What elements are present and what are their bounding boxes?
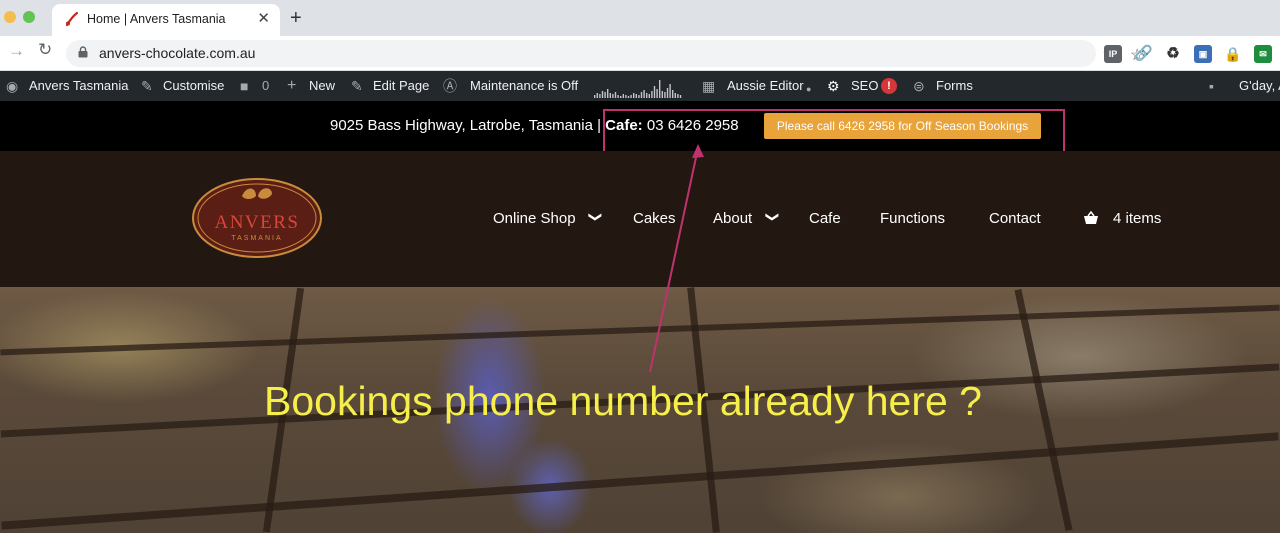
maintenance-icon: Ⓐ — [443, 78, 457, 94]
tab-title: Home | Anvers Tasmania — [87, 12, 226, 26]
tab-close-icon[interactable]: ✕ — [257, 10, 270, 28]
nav-contact[interactable]: Contact — [989, 210, 1041, 227]
address-text: 9025 Bass Highway, Latrobe, Tasmania | — [330, 117, 606, 134]
admin-comments-count[interactable]: 0 — [262, 78, 269, 93]
link-extension-icon[interactable]: 🔗 — [1134, 45, 1153, 63]
pencil-icon: ✎ — [351, 78, 363, 94]
cart-basket-icon[interactable] — [1083, 211, 1099, 225]
nav-cakes[interactable]: Cakes — [633, 210, 676, 227]
status-dot-icon: ● — [806, 84, 812, 94]
admin-aussie-editor[interactable]: Aussie Editor — [727, 78, 804, 93]
nav-about[interactable]: About — [713, 210, 752, 227]
recycle-extension-icon[interactable]: ♻ — [1164, 45, 1182, 63]
user-card-icon: ▪ — [1209, 78, 1214, 94]
logo-subtitle: TASMANIA — [231, 235, 282, 242]
admin-forms[interactable]: Forms — [936, 78, 973, 93]
address-bar[interactable]: anvers-chocolate.com.au ⇪ ☆ — [66, 40, 1144, 67]
logo-wordmark: ANVERS — [214, 212, 299, 233]
seo-alert-badge: ! — [881, 78, 897, 94]
nav-cafe[interactable]: Cafe — [809, 210, 841, 227]
admin-edit-page[interactable]: Edit Page — [373, 78, 429, 93]
comment-icon: ■ — [240, 78, 249, 94]
online-shop-chevron-down-icon[interactable]: ❯ — [587, 212, 603, 223]
annotation-caption: Bookings phone number already here ? — [264, 378, 982, 424]
forward-arrow-icon[interactable]: → — [8, 41, 25, 61]
url-text[interactable]: anvers-chocolate.com.au — [99, 45, 255, 61]
anvers-logo[interactable]: ANVERS TASMANIA — [190, 176, 324, 260]
admin-seo[interactable]: SEO — [851, 78, 878, 93]
window-extension-icon[interactable]: ▣ — [1194, 45, 1212, 63]
brush-icon: ✎ — [141, 78, 153, 94]
lock-icon — [78, 46, 88, 58]
browser-toolbar: → ↻ anvers-chocolate.com.au ⇪ ☆ IP 🔗 ♻ ▣… — [0, 36, 1280, 71]
reload-icon[interactable]: ↻ — [38, 40, 52, 60]
admin-site-name[interactable]: Anvers Tasmania — [29, 78, 128, 93]
forms-icon: ⊜ — [913, 78, 925, 94]
admin-customise[interactable]: Customise — [163, 78, 224, 93]
dashboard-icon[interactable]: ◉ — [6, 78, 18, 94]
admin-greeting[interactable]: G'day, A — [1239, 78, 1280, 93]
plus-icon: + — [287, 77, 297, 94]
padlock-extension-icon[interactable]: 🔒 — [1224, 45, 1242, 63]
about-chevron-down-icon[interactable]: ❯ — [764, 212, 780, 223]
window-minimize-button[interactable] — [4, 11, 16, 23]
admin-maintenance[interactable]: Maintenance is Off — [470, 78, 578, 93]
browser-tab[interactable]: Home | Anvers Tasmania ✕ — [52, 4, 280, 36]
traffic-sparkline-icon — [594, 80, 682, 98]
annotation-highlight-box — [603, 109, 1065, 153]
nav-functions[interactable]: Functions — [880, 210, 945, 227]
admin-new[interactable]: New — [309, 78, 335, 93]
nav-online-shop[interactable]: Online Shop — [493, 210, 576, 227]
new-tab-button[interactable]: + — [290, 7, 302, 29]
seo-gear-icon: ⚙ — [827, 78, 840, 94]
browser-tabstrip: Home | Anvers Tasmania ✕ + — [0, 0, 1280, 36]
mail-extension-icon[interactable]: ✉ — [1254, 45, 1272, 63]
editor-grid-icon: ▦ — [702, 78, 716, 94]
ip-extension-icon[interactable]: IP — [1104, 45, 1122, 63]
site-favicon-icon — [65, 11, 79, 27]
cart-items-count[interactable]: 4 items — [1113, 210, 1161, 227]
window-zoom-button[interactable] — [23, 11, 35, 23]
